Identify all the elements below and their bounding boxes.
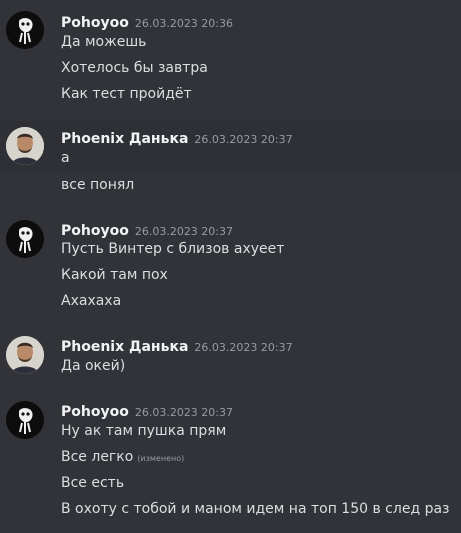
edited-label: (изменено): [137, 454, 185, 463]
avatar[interactable]: [6, 220, 44, 258]
author-name[interactable]: Pohoyoo: [61, 404, 129, 420]
person-photo-icon: [6, 127, 44, 165]
message-text: Все легко: [61, 449, 134, 465]
author-name[interactable]: Phoenix Данька: [61, 131, 188, 147]
message-text: все понял: [61, 177, 135, 193]
sketch-figure-icon: [6, 11, 44, 49]
message-group: Pohoyoo 26.03.2023 20:36 Да можешь Хотело…: [0, 0, 461, 115]
message-text: Ну ак там пушка прям: [61, 423, 227, 439]
sketch-figure-icon: [6, 401, 44, 439]
author-name[interactable]: Pohoyoo: [61, 15, 129, 31]
message-timestamp: 26.03.2023 20:36: [134, 17, 234, 30]
message-text: Ахахаха: [61, 293, 122, 309]
message-text: Какой там пох: [61, 267, 168, 283]
avatar[interactable]: [6, 336, 44, 374]
message-timestamp: 26.03.2023 20:37: [134, 406, 234, 419]
avatar[interactable]: [6, 127, 44, 165]
message-row: Все легко (изменено): [61, 449, 184, 465]
message-group: Pohoyoo 26.03.2023 20:37 Ну ак там пушка …: [0, 392, 461, 533]
author-name[interactable]: Phoenix Данька: [61, 339, 188, 355]
message-timestamp: 26.03.2023 20:37: [134, 225, 234, 238]
message-feed: Pohoyoo 26.03.2023 20:36 Да можешь Хотело…: [0, 0, 461, 533]
message-timestamp: 26.03.2023 20:37: [194, 133, 293, 146]
message-group: Pohoyoo 26.03.2023 20:37 Пусть Винтер с б…: [0, 210, 461, 315]
avatar[interactable]: [6, 11, 44, 49]
message-text: Да можешь: [61, 34, 147, 50]
message-text: Все есть: [61, 475, 125, 491]
message-text: Как тест пройдёт: [61, 86, 192, 102]
message-text: а: [61, 150, 70, 166]
message-text: Хотелось бы завтра: [61, 60, 208, 76]
message-group: Phoenix Данька 26.03.2023 20:37 а все пон…: [0, 121, 461, 199]
message-text: В охоту с тобой и маном идем на топ 150 …: [61, 501, 450, 517]
message-text: Пусть Винтер с близов ахуеет: [61, 241, 285, 257]
avatar[interactable]: [6, 401, 44, 439]
message-text: Да окей): [61, 358, 126, 374]
sketch-figure-icon: [6, 220, 44, 258]
message-group: Phoenix Данька 26.03.2023 20:37 Да окей): [0, 326, 461, 378]
message-timestamp: 26.03.2023 20:37: [194, 341, 293, 354]
author-name[interactable]: Pohoyoo: [61, 223, 129, 239]
person-photo-icon: [6, 336, 44, 374]
